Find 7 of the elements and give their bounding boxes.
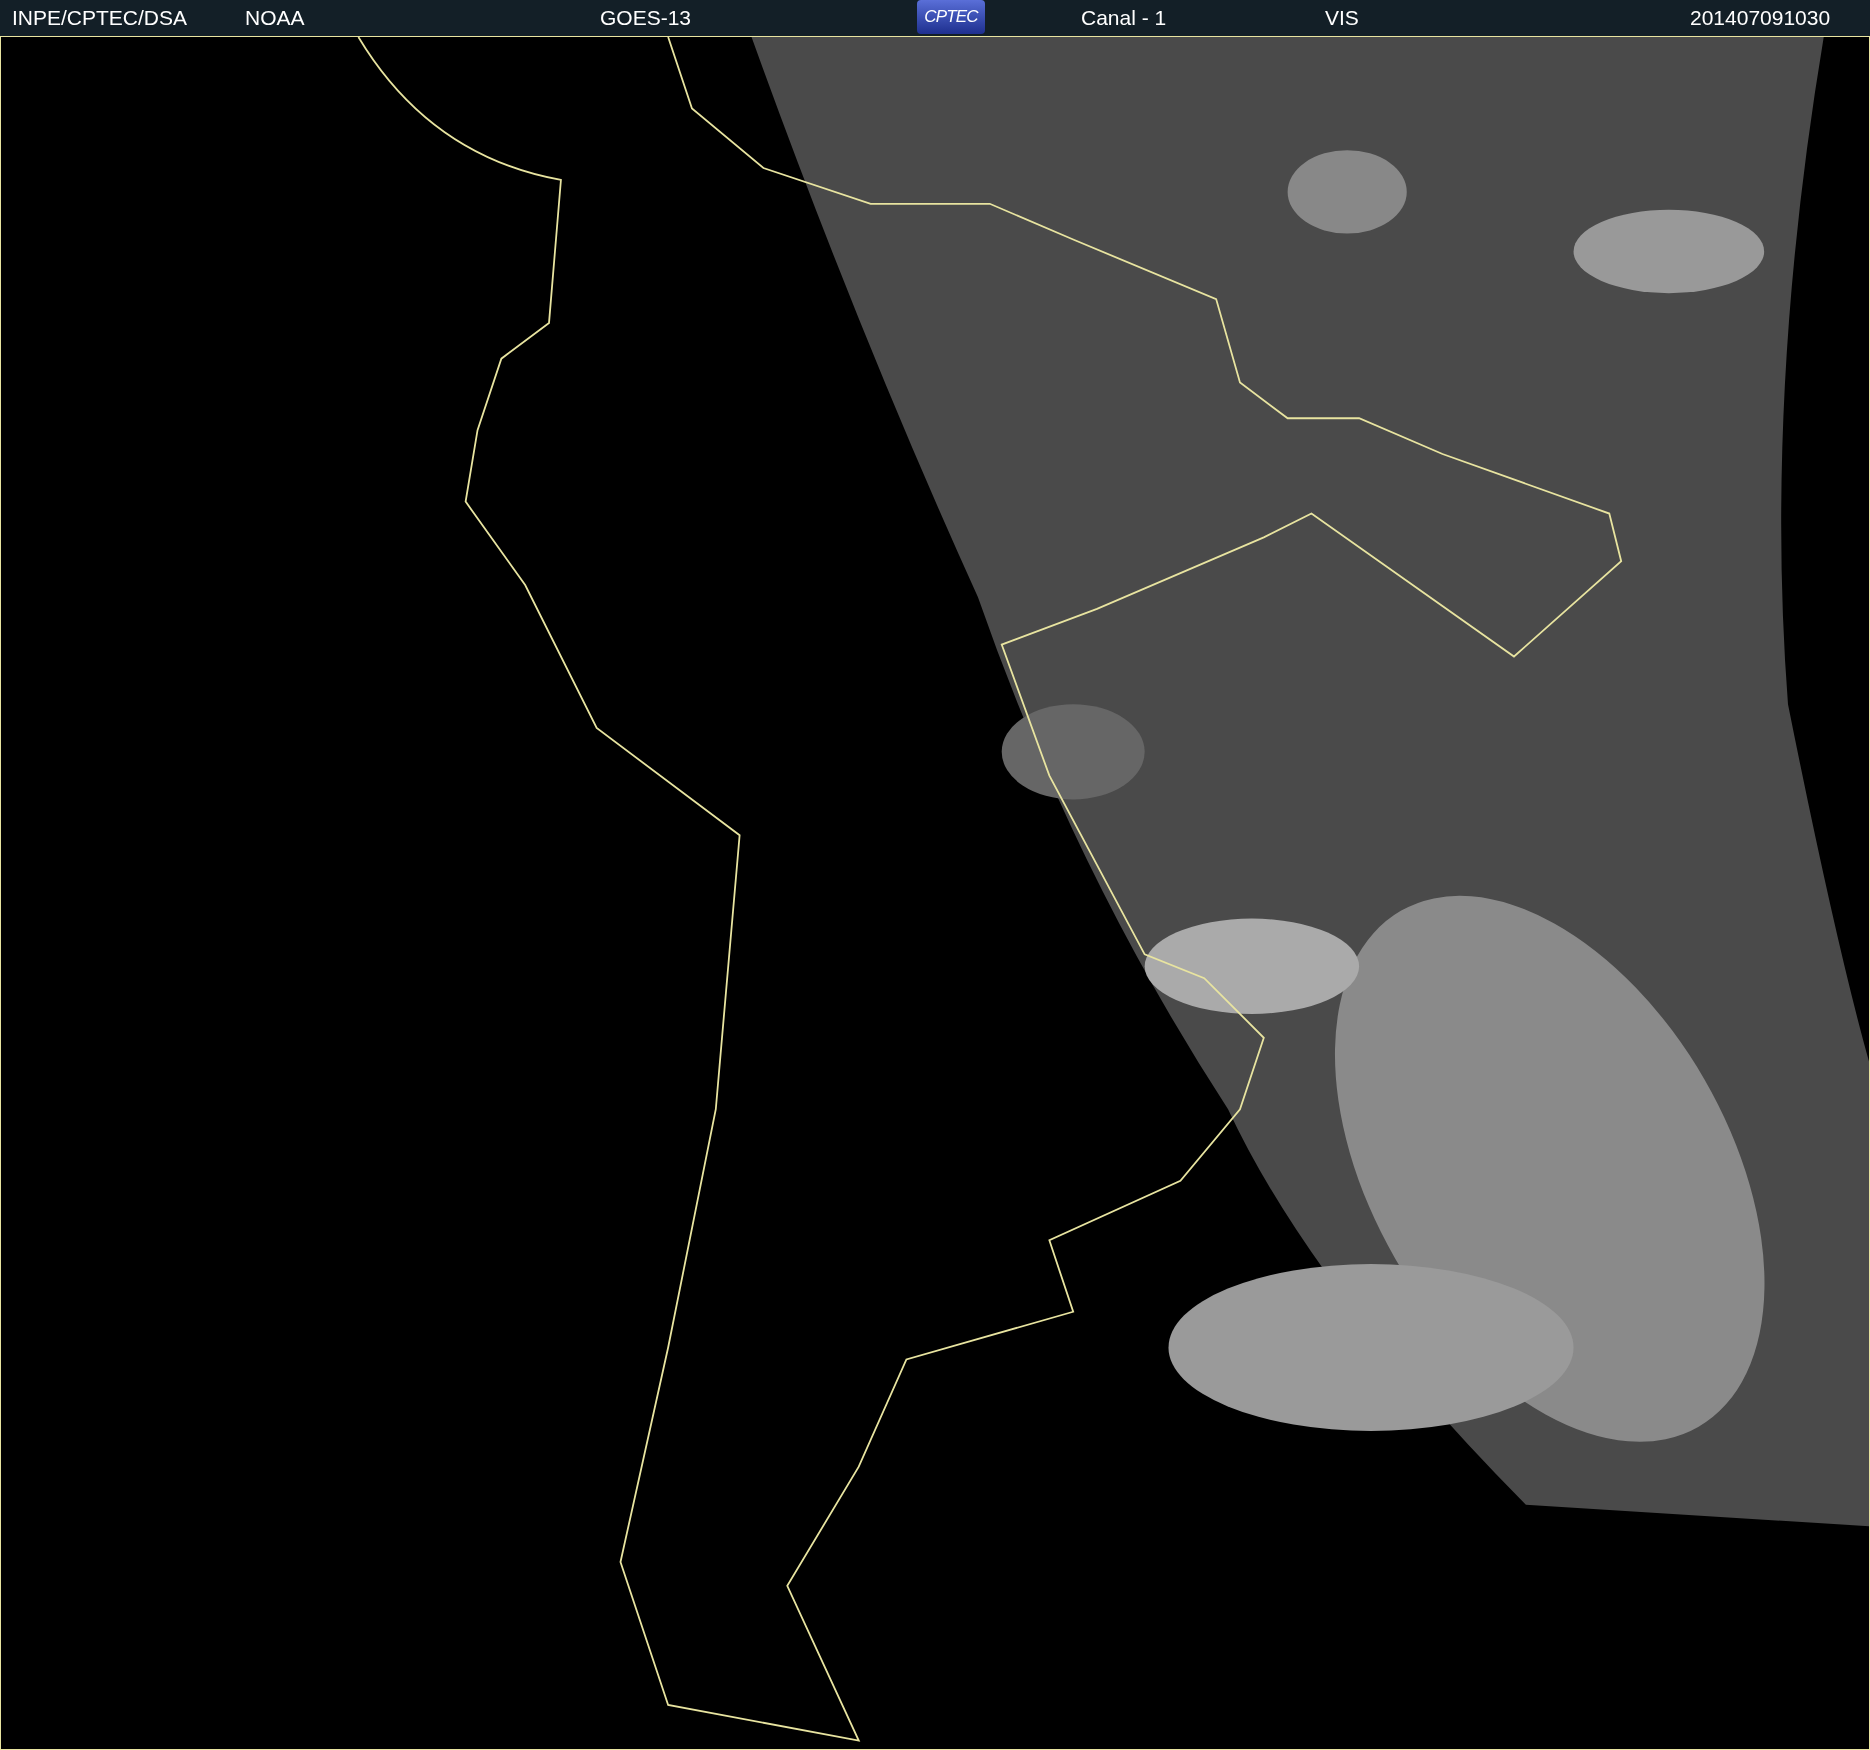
header-label: 201407091030 [1690, 5, 1831, 32]
header-label: Canal - 1 [1081, 5, 1167, 32]
header-label: INPE/CPTEC/DSA [12, 5, 188, 32]
header-label: NOAA [245, 5, 305, 32]
header-label: GOES-13 [600, 5, 692, 32]
header-label: VIS [1325, 5, 1359, 32]
logo-badge: CPTEC [917, 0, 985, 34]
